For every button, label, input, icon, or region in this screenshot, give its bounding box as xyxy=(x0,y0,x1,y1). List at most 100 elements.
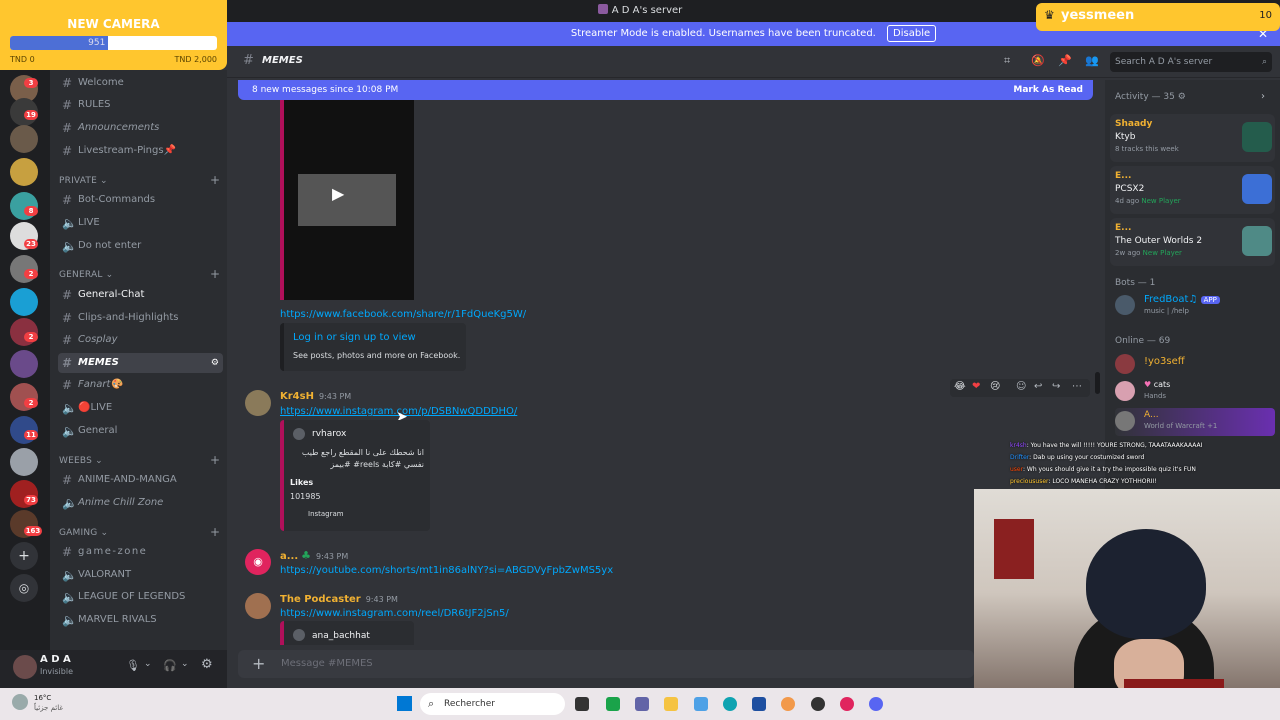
message-composer[interactable]: + Message #MEMES xyxy=(238,650,974,678)
category-gaming[interactable]: GAMING ⌄ xyxy=(59,528,108,538)
channel-general-chat[interactable]: # General-Chat xyxy=(58,285,223,305)
youtube-link[interactable]: https://youtube.com/shorts/mt1in86alNY?s… xyxy=(280,565,613,576)
windows-start-icon[interactable] xyxy=(397,696,412,711)
member-item[interactable]: A... World of Warcraft +1 xyxy=(1115,408,1275,436)
activity-card[interactable]: Shaady Ktyb 8 tracks this week xyxy=(1110,114,1275,162)
edge-icon[interactable] xyxy=(723,697,737,711)
add-channel-icon[interactable]: + xyxy=(210,267,220,281)
app-icon[interactable] xyxy=(606,697,620,711)
weather-icon[interactable] xyxy=(12,694,28,710)
add-channel-icon[interactable]: + xyxy=(210,453,220,467)
message-author[interactable]: The Podcaster xyxy=(280,594,361,605)
avatar[interactable] xyxy=(245,390,271,416)
server-icon[interactable] xyxy=(10,350,38,378)
message-link[interactable]: https://youtube.com/shorts/mt1in86alNY?s… xyxy=(280,563,613,576)
channel-valorant[interactable]: 🔈 VALORANT xyxy=(58,565,223,585)
gear-icon[interactable]: ⚙ xyxy=(1178,92,1186,102)
add-channel-icon[interactable]: + xyxy=(210,173,220,187)
activity-card[interactable]: E... The Outer Worlds 2 2w ago New Playe… xyxy=(1110,218,1275,266)
app-icon[interactable] xyxy=(694,697,708,711)
channel-league[interactable]: 🔈 LEAGUE OF LEGENDS xyxy=(58,587,223,607)
channel-livestream-pings[interactable]: # Livestream-Pings📌 xyxy=(58,141,223,161)
embed-author[interactable]: rvharox xyxy=(312,429,346,439)
facebook-link[interactable]: https://www.facebook.com/share/r/1FdQueK… xyxy=(280,309,526,320)
more-options-icon[interactable]: ⋯ xyxy=(1072,381,1082,392)
play-icon[interactable]: ▶ xyxy=(332,184,344,203)
new-messages-bar[interactable]: 8 new messages since 10:08 PM Mark As Re… xyxy=(238,80,1093,100)
chevron-right-icon[interactable]: › xyxy=(1261,91,1265,102)
scrollbar[interactable] xyxy=(1095,372,1100,394)
chrome-icon[interactable] xyxy=(781,697,795,711)
server-icon[interactable] xyxy=(10,448,38,476)
threads-icon[interactable]: ⌗ xyxy=(1004,54,1010,68)
member-item[interactable]: FredBoat♫ APP music | /help xyxy=(1115,293,1275,319)
message-link[interactable]: https://www.facebook.com/share/r/1FdQueK… xyxy=(280,307,526,320)
instagram-link[interactable]: https://www.instagram.com/reel/DR6tJF2jS… xyxy=(280,608,509,619)
teams-icon[interactable] xyxy=(635,697,649,711)
channel-do-not-enter[interactable]: 🔈 Do not enter xyxy=(58,236,223,256)
message-author[interactable]: a... xyxy=(280,551,298,562)
settings-icon[interactable]: ⚙ xyxy=(211,353,219,373)
add-server-icon[interactable]: + xyxy=(10,542,38,570)
message-author[interactable]: Kr4sH xyxy=(280,391,314,402)
add-attachment-icon[interactable]: + xyxy=(252,650,265,678)
gear-icon[interactable]: ⚙ xyxy=(201,657,213,672)
taskbar-search[interactable]: ⌕ Rechercher xyxy=(420,693,565,715)
server-icon[interactable] xyxy=(10,125,38,153)
embed-title[interactable]: Log in or sign up to view xyxy=(293,332,416,343)
microphone-icon[interactable]: 🎙 xyxy=(126,659,140,672)
mark-as-read-button[interactable]: Mark As Read xyxy=(1013,80,1083,100)
channel-marvel-rivals[interactable]: 🔈 MARVEL RIVALS xyxy=(58,610,223,630)
channel-anime-and-manga[interactable]: # ANIME-AND-MANGA xyxy=(58,470,223,490)
task-view-icon[interactable] xyxy=(575,697,589,711)
channel-general-voice[interactable]: 🔈 General xyxy=(58,421,223,441)
avatar[interactable] xyxy=(13,655,37,679)
channel-bot-commands[interactable]: # Bot-Commands xyxy=(58,190,223,210)
reaction-heart-icon[interactable]: ❤ xyxy=(972,381,980,392)
channel-memes[interactable]: # MEMES ⚙ xyxy=(58,353,223,373)
add-reaction-icon[interactable]: ☺ xyxy=(1016,381,1026,392)
category-private[interactable]: PRIVATE ⌄ xyxy=(59,176,108,186)
category-general[interactable]: GENERAL ⌄ xyxy=(59,270,113,280)
member-item[interactable]: !yo3seff xyxy=(1115,353,1275,379)
embed-author[interactable]: ana_bachhat xyxy=(312,631,370,641)
server-icon[interactable] xyxy=(10,158,38,186)
reaction-cry-icon[interactable]: 😢 xyxy=(990,381,1000,392)
search-input[interactable]: Search A D A's server ⌕ xyxy=(1110,52,1272,72)
category-weebs[interactable]: WEEBS ⌄ xyxy=(59,456,103,466)
channel-rules[interactable]: # RULES xyxy=(58,95,223,115)
disable-streamer-mode-button[interactable]: Disable xyxy=(887,25,937,42)
channel-announcements[interactable]: # Announcements xyxy=(58,118,223,138)
file-explorer-icon[interactable] xyxy=(664,697,678,711)
chevron-down-icon[interactable]: ⌄ xyxy=(181,659,189,669)
channel-welcome[interactable]: # Welcome xyxy=(58,73,223,93)
chevron-down-icon[interactable]: ⌄ xyxy=(144,659,152,669)
activity-card[interactable]: E... PCSX2 4d ago New Player xyxy=(1110,166,1275,214)
member-item[interactable]: ♥ cats Hands xyxy=(1115,380,1275,406)
outlook-icon[interactable] xyxy=(752,697,766,711)
channel-cosplay[interactable]: # Cosplay xyxy=(58,330,223,350)
add-channel-icon[interactable]: + xyxy=(210,525,220,539)
avatar[interactable] xyxy=(245,593,271,619)
discover-icon[interactable]: ◎ xyxy=(10,574,38,602)
channel-live-voice[interactable]: 🔈 🔴LIVE xyxy=(58,398,223,418)
headphones-icon[interactable]: 🎧 xyxy=(163,659,177,672)
forward-icon[interactable]: ↪ xyxy=(1052,381,1060,392)
channel-anime-chill-zone[interactable]: 🔈 Anime Chill Zone xyxy=(58,493,223,513)
app-icon[interactable] xyxy=(811,697,825,711)
server-icon[interactable] xyxy=(10,288,38,316)
member-list-icon[interactable]: 👥 xyxy=(1085,54,1099,67)
video-embed[interactable]: ▶ xyxy=(280,100,414,300)
message-input[interactable]: Message #MEMES xyxy=(281,650,373,678)
message-link[interactable]: https://www.instagram.com/reel/DR6tJF2jS… xyxy=(280,606,509,619)
opera-icon[interactable] xyxy=(840,697,854,711)
discord-avatar-icon[interactable]: ◉ xyxy=(245,549,271,575)
channel-clips[interactable]: # Clips-and-Highlights xyxy=(58,308,223,328)
notification-bell-icon[interactable]: 🔕 xyxy=(1031,54,1045,67)
channel-fanart[interactable]: # Fanart🎨 xyxy=(58,375,223,395)
pin-icon[interactable]: 📌 xyxy=(1058,54,1072,67)
channel-live[interactable]: 🔈 LIVE xyxy=(58,213,223,233)
discord-icon[interactable] xyxy=(869,697,883,711)
reply-icon[interactable]: ↩ xyxy=(1034,381,1042,392)
channel-game-zone[interactable]: # game-zone xyxy=(58,542,223,562)
